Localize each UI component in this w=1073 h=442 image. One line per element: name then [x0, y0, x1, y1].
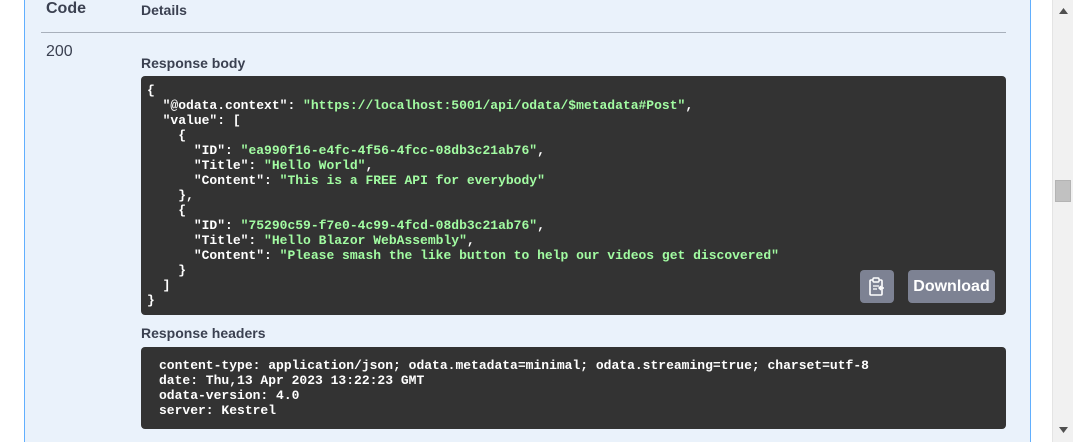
- json-line: {: [147, 128, 187, 143]
- json-punct: {: [147, 83, 155, 98]
- header-line: date: Thu,13 Apr 2023 13:22:23 GMT: [159, 373, 425, 388]
- json-key: "@odata.context": [162, 98, 288, 113]
- header-line: server: Kestrel: [159, 403, 277, 418]
- json-string: "This is a FREE API for everybody": [279, 173, 545, 188]
- json-string: "Please smash the like button to help ou…: [279, 248, 779, 263]
- response-status-code: 200: [46, 43, 73, 60]
- scroll-thumb[interactable]: [1055, 180, 1071, 202]
- json-key: "ID": [193, 143, 226, 158]
- header-line: odata-version: 4.0: [159, 388, 300, 403]
- clipboard-copy-icon: [869, 276, 884, 296]
- response-headers-code[interactable]: content-type: application/json; odata.me…: [141, 347, 1006, 429]
- code-column-header: Code: [46, 0, 86, 17]
- scroll-down-arrow[interactable]: [1053, 420, 1073, 440]
- json-line: "value": [: [162, 113, 241, 128]
- json-key: "ID": [193, 218, 226, 233]
- json-line: "ID": "ea990f16-e4fc-4f56-4fcc-08db3c21a…: [193, 143, 545, 158]
- json-key: "Title": [193, 233, 249, 248]
- json-line: "Title": "Hello World",: [193, 158, 374, 173]
- json-string: "Hello Blazor WebAssembly": [264, 233, 467, 248]
- header-divider: [41, 32, 1006, 33]
- json-string: "ea990f16-e4fc-4f56-4fcc-08db3c21ab76": [240, 143, 538, 158]
- json-key: "value": [162, 113, 218, 128]
- json-string: "https://localhost:5001/api/odata/$metad…: [303, 98, 686, 113]
- viewport: Code Details 200 Response body { "@odata…: [0, 0, 1073, 442]
- json-key: "Content": [193, 173, 265, 188]
- json-line: },: [147, 188, 194, 203]
- download-button[interactable]: Download: [908, 270, 995, 303]
- json-line: "@odata.context": "https://localhost:500…: [162, 98, 694, 113]
- json-line: "Content": "Please smash the like button…: [193, 248, 779, 263]
- scroll-up-arrow[interactable]: [1053, 1, 1073, 21]
- json-line: "Title": "Hello Blazor WebAssembly",: [193, 233, 475, 248]
- details-column-header: Details: [141, 2, 187, 18]
- json-line: "ID": "75290c59-f7e0-4c99-4fcd-08db3c21a…: [193, 218, 545, 233]
- arrow-down-icon: [1058, 427, 1068, 433]
- json-line: "Content": "This is a FREE API for every…: [193, 173, 545, 188]
- vertical-scrollbar[interactable]: [1052, 0, 1073, 442]
- json-string: "Hello World": [264, 158, 366, 173]
- json-string: "75290c59-f7e0-4c99-4fcd-08db3c21ab76": [240, 218, 538, 233]
- json-key: "Title": [193, 158, 249, 173]
- header-line: content-type: application/json; odata.me…: [159, 358, 869, 373]
- copy-to-clipboard-button[interactable]: [860, 270, 894, 303]
- json-line: {: [147, 83, 1006, 98]
- json-line: {: [147, 203, 187, 218]
- json-key: "Content": [193, 248, 265, 263]
- response-body-label: Response body: [141, 55, 246, 71]
- arrow-up-icon: [1058, 8, 1068, 14]
- response-headers-label: Response headers: [141, 325, 266, 341]
